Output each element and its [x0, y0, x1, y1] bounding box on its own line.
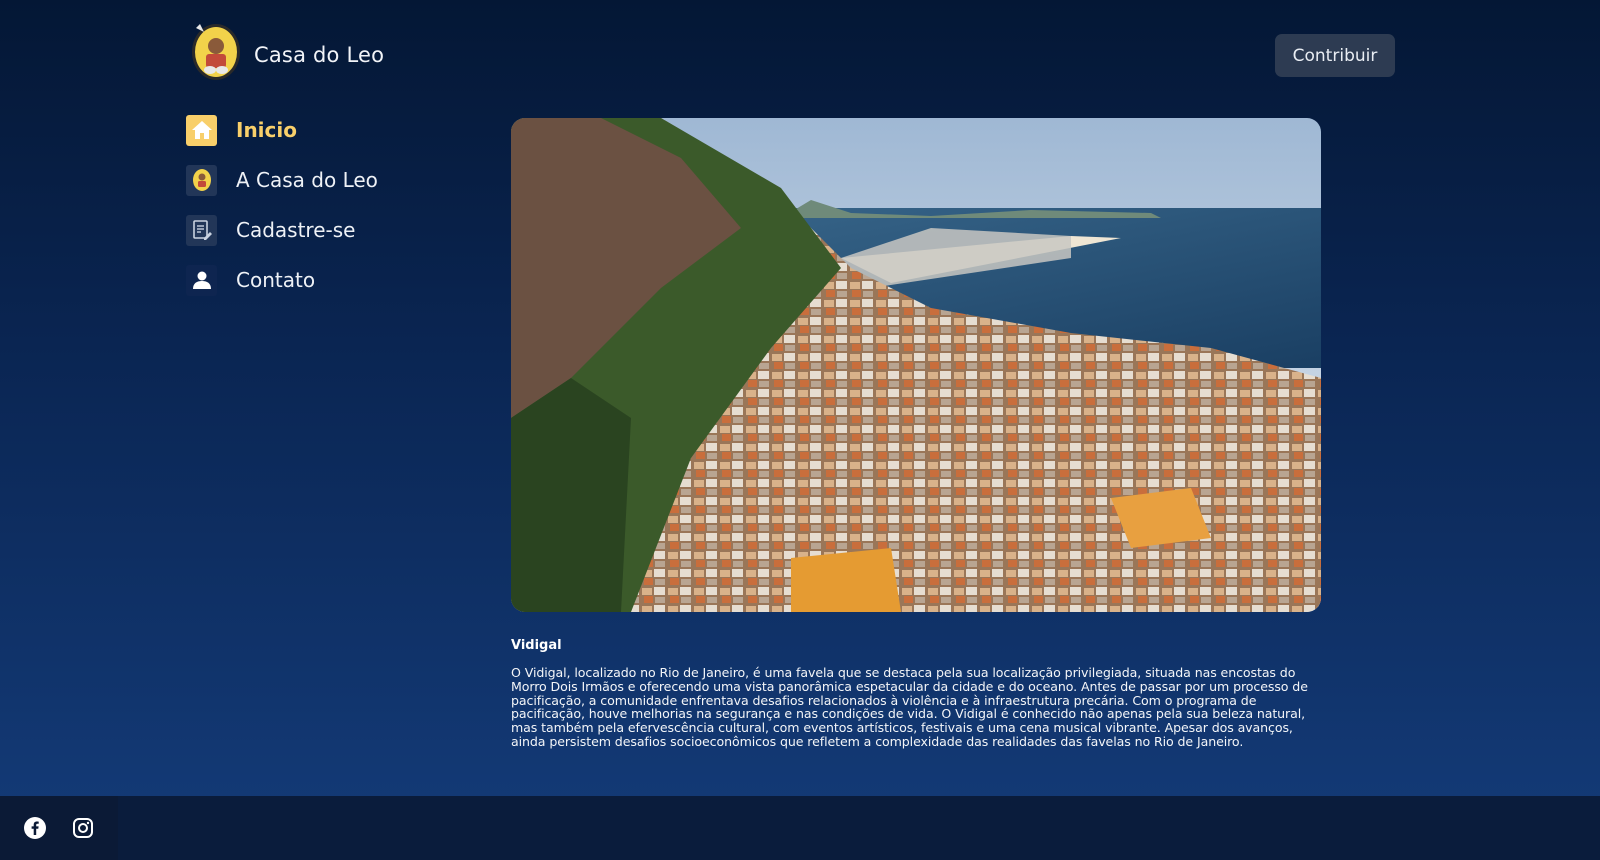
facebook-icon[interactable]	[23, 816, 47, 840]
footer	[0, 796, 1600, 860]
person-icon	[186, 264, 217, 296]
nav-label: Cadastre-se	[236, 218, 356, 242]
article-title: Vidigal	[511, 638, 562, 653]
social-links	[0, 796, 118, 860]
nav-item-a-casa-do-leo[interactable]: A Casa do Leo	[186, 163, 446, 197]
nav-label: A Casa do Leo	[236, 168, 378, 192]
brand[interactable]: Casa do Leo	[190, 22, 384, 88]
home-icon	[186, 114, 217, 146]
register-form-icon	[186, 214, 217, 246]
article-body: O Vidigal, localizado no Rio de Janeiro,…	[511, 665, 1308, 749]
nav-label: Contato	[236, 268, 316, 292]
casa-do-leo-logo[interactable]	[190, 22, 242, 88]
nav-item-contato[interactable]: Contato	[186, 263, 446, 297]
brand-name[interactable]: Casa do Leo	[254, 43, 384, 67]
instagram-icon[interactable]	[71, 816, 95, 840]
vidigal-photo	[511, 118, 1321, 612]
contribute-button[interactable]: Contribuir	[1275, 34, 1395, 77]
casa-do-leo-mini-logo	[186, 164, 217, 196]
nav-label: Inicio	[236, 118, 297, 142]
nav-item-cadastre-se[interactable]: Cadastre-se	[186, 213, 446, 247]
sidebar-nav: Inicio A Casa do Leo Cadastre-se Contato	[186, 113, 446, 313]
nav-item-inicio[interactable]: Inicio	[186, 113, 446, 147]
header: Casa do Leo Contribuir	[0, 0, 1600, 110]
